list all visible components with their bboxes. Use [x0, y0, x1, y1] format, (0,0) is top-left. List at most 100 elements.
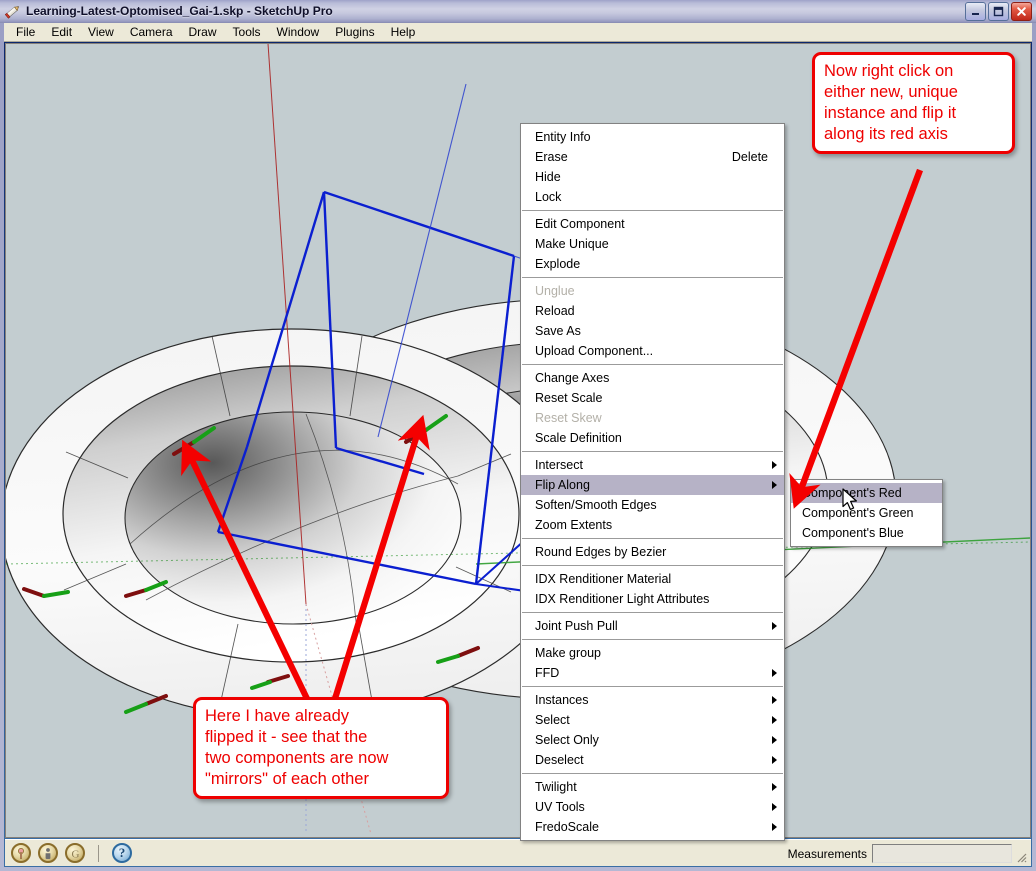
submenu-arrow-icon	[772, 756, 777, 764]
context-menu-item-lock[interactable]: Lock	[521, 187, 784, 207]
context-menu-item-flip-along[interactable]: Flip Along	[521, 475, 784, 495]
context-menu-item-ffd[interactable]: FFD	[521, 663, 784, 683]
callout-top-line-4: along its red axis	[824, 125, 948, 143]
context-menu-item-label: IDX Renditioner Material	[535, 572, 672, 586]
menu-view[interactable]: View	[80, 24, 122, 41]
context-menu-item-idx-renditioner-material[interactable]: IDX Renditioner Material	[521, 569, 784, 589]
context-menu-item-label: Select Only	[535, 733, 599, 747]
context-menu-item-entity-info[interactable]: Entity Info	[521, 127, 784, 147]
context-menu-item-intersect[interactable]: Intersect	[521, 455, 784, 475]
context-menu-item-round-edges-by-bezier[interactable]: Round Edges by Bezier	[521, 542, 784, 562]
minimize-button[interactable]	[965, 2, 986, 21]
menu-file[interactable]: File	[8, 24, 43, 41]
context-menu-item-make-unique[interactable]: Make Unique	[521, 234, 784, 254]
resize-grip-icon[interactable]	[1014, 850, 1028, 864]
submenu-arrow-icon	[772, 669, 777, 677]
pencil-icon	[4, 3, 22, 20]
sketchup-window: Learning-Latest-Optomised_Gai-1.skp - Sk…	[0, 0, 1036, 871]
context-menu-item-label: Upload Component...	[535, 344, 654, 358]
context-menu-item-label: Save As	[535, 324, 581, 338]
context-menu[interactable]: Entity Info Erase Delete Hide Lock Edit Compo…	[520, 123, 785, 841]
context-menu-item-label: Change Axes	[535, 371, 610, 385]
model-viewport[interactable]	[5, 43, 1031, 838]
context-menu-item-scale-definition[interactable]: Scale Definition	[521, 428, 784, 448]
context-menu-item-unglue: Unglue	[521, 281, 784, 301]
context-menu-item-hide[interactable]: Hide	[521, 167, 784, 187]
context-menu-item-select-only[interactable]: Select Only	[521, 730, 784, 750]
context-menu-item-accelerator: Delete	[731, 150, 768, 164]
context-menu-item-label: Instances	[535, 693, 589, 707]
context-menu-item-select[interactable]: Select	[521, 710, 784, 730]
context-menu-item-deselect[interactable]: Deselect	[521, 750, 784, 770]
callout-bottom-line-2: flipped it - see that the	[205, 728, 368, 746]
submenu-arrow-icon	[772, 803, 777, 811]
context-menu-item-upload-component[interactable]: Upload Component...	[521, 341, 784, 361]
context-menu-item-label: Twilight	[535, 780, 577, 794]
context-menu-item-uv-tools[interactable]: UV Tools	[521, 797, 784, 817]
callout-bottom-line-4: "mirrors" of each other	[205, 770, 369, 788]
submenu-arrow-icon	[772, 481, 777, 489]
submenu-item-component-s-green[interactable]: Component's Green	[791, 503, 942, 523]
context-menu-item-save-as[interactable]: Save As	[521, 321, 784, 341]
maximize-button[interactable]	[988, 2, 1009, 21]
window-controls	[965, 2, 1032, 21]
callout-top-line-1: Now right click on	[824, 62, 954, 80]
context-menu-item-explode[interactable]: Explode	[521, 254, 784, 274]
submenu-item-component-s-red[interactable]: Component's Red	[791, 483, 942, 503]
context-menu-item-label: Unglue	[535, 284, 575, 298]
help-button[interactable]: ?	[112, 843, 132, 863]
context-menu-separator	[522, 451, 783, 452]
context-menu-item-label: Entity Info	[535, 130, 591, 144]
context-menu-item-soften-smooth-edges[interactable]: Soften/Smooth Edges	[521, 495, 784, 515]
context-menu-item-label: Reset Scale	[535, 391, 603, 405]
submenu-item-component-s-blue[interactable]: Component's Blue	[791, 523, 942, 543]
menu-help[interactable]: Help	[383, 24, 424, 41]
context-menu-item-joint-push-pull[interactable]: Joint Push Pull	[521, 616, 784, 636]
context-menu-item-reload[interactable]: Reload	[521, 301, 784, 321]
submenu-arrow-icon	[772, 716, 777, 724]
context-menu-item-twilight[interactable]: Twilight	[521, 777, 784, 797]
title-bar[interactable]: Learning-Latest-Optomised_Gai-1.skp - Sk…	[0, 0, 1036, 23]
context-menu-separator	[522, 565, 783, 566]
window-title: Learning-Latest-Optomised_Gai-1.skp - Sk…	[26, 4, 333, 18]
context-menu-item-change-axes[interactable]: Change Axes	[521, 368, 784, 388]
context-menu-item-label: Erase	[535, 150, 568, 164]
context-menu-item-label: Deselect	[535, 753, 584, 767]
menu-edit[interactable]: Edit	[43, 24, 80, 41]
measurements-label: Measurements	[787, 846, 867, 861]
context-menu-item-label: Make Unique	[535, 237, 609, 251]
person-icon[interactable]	[38, 843, 58, 863]
menu-tools[interactable]: Tools	[225, 24, 269, 41]
context-menu-item-make-group[interactable]: Make group	[521, 643, 784, 663]
google-g-icon[interactable]: G	[65, 843, 85, 863]
context-menu-item-label: UV Tools	[535, 800, 585, 814]
menu-window[interactable]: Window	[269, 24, 328, 41]
context-menu-item-erase[interactable]: Erase Delete	[521, 147, 784, 167]
location-pin-icon[interactable]	[11, 843, 31, 863]
context-menu-item-zoom-extents[interactable]: Zoom Extents	[521, 515, 784, 535]
context-menu-item-label: Make group	[535, 646, 602, 660]
context-menu-separator	[522, 639, 783, 640]
submenu-arrow-icon	[772, 696, 777, 704]
context-menu-item-edit-component[interactable]: Edit Component	[521, 214, 784, 234]
measurements-input[interactable]	[872, 844, 1012, 863]
menu-camera[interactable]: Camera	[122, 24, 181, 41]
annotation-callout-bottom: Here I have already flipped it - see tha…	[193, 697, 449, 799]
context-menu-item-label: FredoScale	[535, 820, 599, 834]
context-menu-item-label: Edit Component	[535, 217, 625, 231]
flip-along-submenu[interactable]: Component's Red Component's Green Componen…	[790, 479, 943, 547]
callout-bottom-line-3: two components are now	[205, 749, 389, 767]
status-bar: G ? Measurements	[5, 839, 1031, 866]
status-separator	[98, 844, 99, 862]
context-menu-item-instances[interactable]: Instances	[521, 690, 784, 710]
context-menu-separator	[522, 210, 783, 211]
menu-draw[interactable]: Draw	[181, 24, 225, 41]
context-menu-item-fredoscale[interactable]: FredoScale	[521, 817, 784, 837]
context-menu-item-reset-scale[interactable]: Reset Scale	[521, 388, 784, 408]
context-menu-item-label: Explode	[535, 257, 581, 271]
context-menu-item-idx-renditioner-light-attributes[interactable]: IDX Renditioner Light Attributes	[521, 589, 784, 609]
annotation-callout-top: Now right click on either new, unique in…	[812, 52, 1015, 154]
menu-plugins[interactable]: Plugins	[327, 24, 382, 41]
close-button[interactable]	[1011, 2, 1032, 21]
callout-bottom-line-1: Here I have already	[205, 707, 349, 725]
